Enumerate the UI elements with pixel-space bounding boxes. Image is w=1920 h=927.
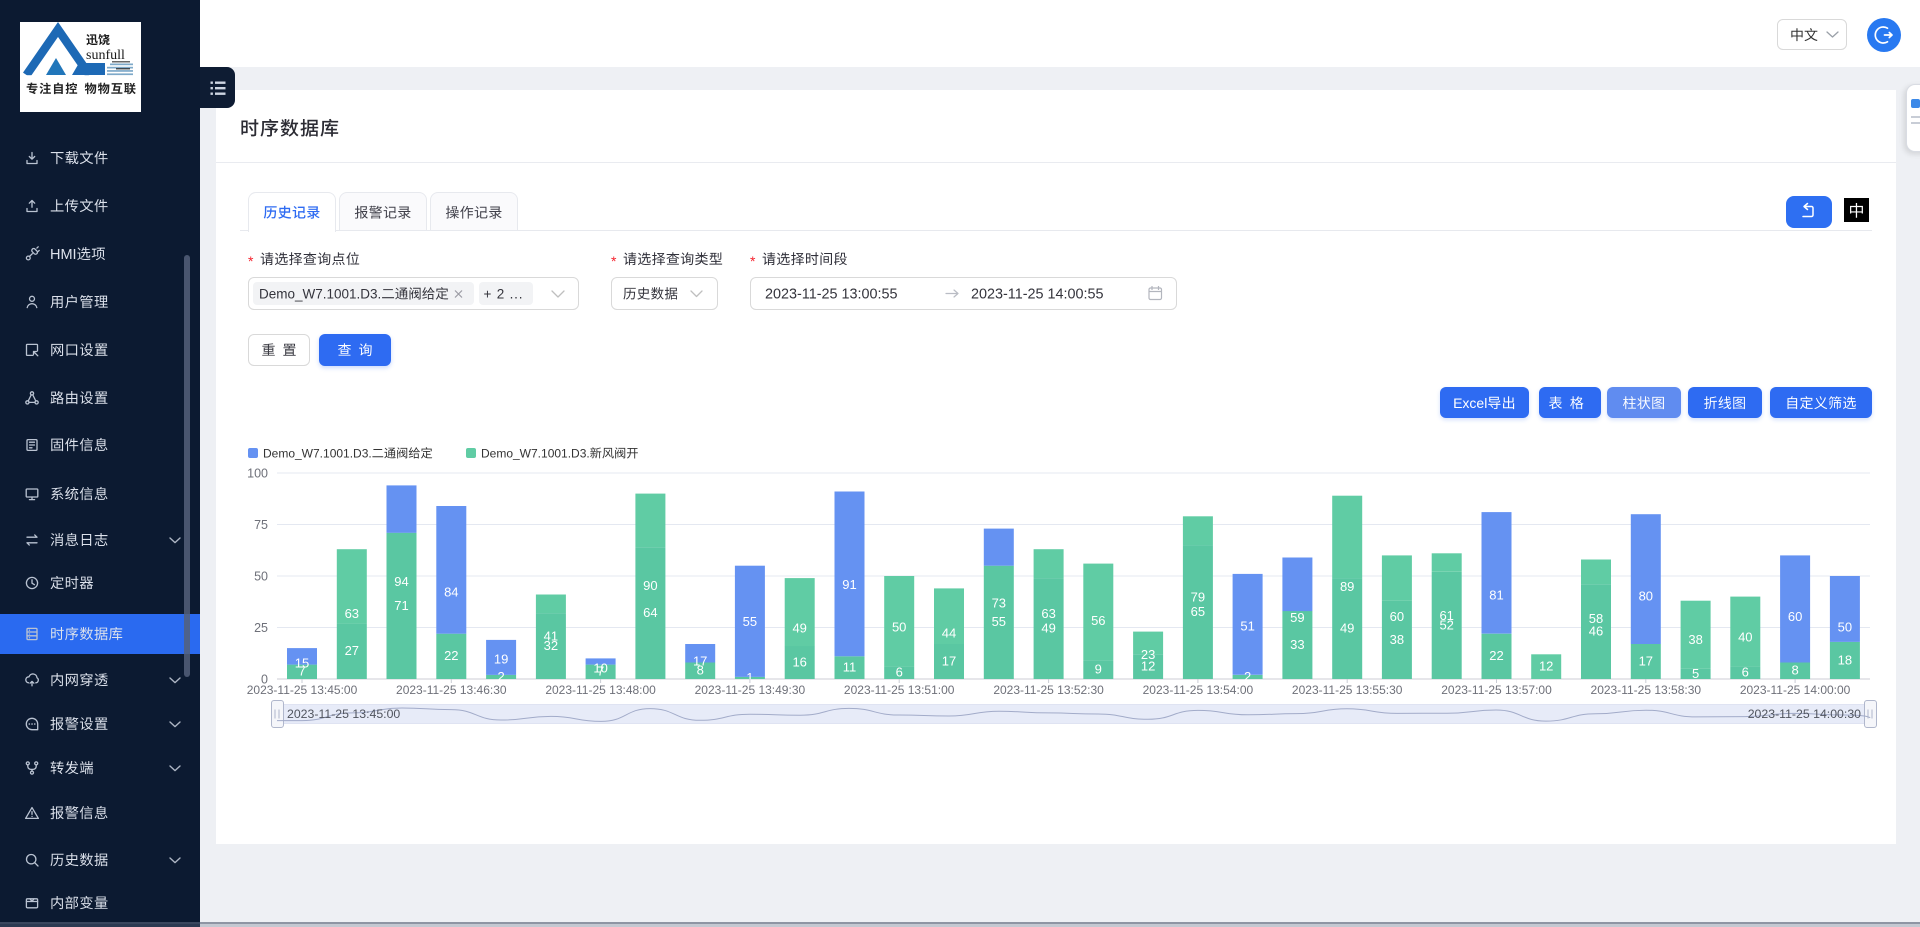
svg-text:*: *: [750, 253, 756, 269]
svg-text:100: 100: [247, 466, 268, 480]
svg-text:17: 17: [942, 653, 956, 668]
svg-text:49: 49: [1041, 620, 1055, 635]
svg-text:44: 44: [942, 626, 956, 641]
svg-text:2023-11-25 13:00:55: 2023-11-25 13:00:55: [765, 287, 898, 303]
svg-text:6: 6: [1742, 665, 1749, 680]
svg-text:Demo_W7.1001.D3.: Demo_W7.1001.D3.: [263, 447, 372, 461]
svg-text:63: 63: [1041, 606, 1055, 621]
svg-text:2023-11-25 14:00:00: 2023-11-25 14:00:00: [1740, 683, 1851, 697]
svg-text:5: 5: [1692, 666, 1699, 681]
svg-text:16: 16: [792, 654, 806, 669]
svg-text:80: 80: [1639, 589, 1653, 604]
svg-text:12: 12: [1141, 659, 1155, 674]
svg-text:6: 6: [896, 665, 903, 680]
svg-text:+ 2 ...: + 2 ...: [484, 287, 524, 302]
svg-text:25: 25: [254, 621, 268, 635]
svg-text:75: 75: [254, 518, 268, 532]
svg-text:94: 94: [394, 574, 408, 589]
svg-text:91: 91: [842, 577, 856, 592]
svg-text:89: 89: [1340, 579, 1354, 594]
svg-text:50: 50: [1838, 619, 1852, 634]
svg-text:2023-11-25 13:46:30: 2023-11-25 13:46:30: [396, 683, 507, 697]
svg-text:2023-11-25 13:49:30: 2023-11-25 13:49:30: [695, 683, 806, 697]
svg-text:19: 19: [494, 651, 508, 666]
svg-text:84: 84: [444, 584, 458, 599]
svg-text:17: 17: [1639, 653, 1653, 668]
svg-text:56: 56: [1091, 613, 1105, 628]
svg-text:22: 22: [444, 648, 458, 663]
svg-text:2023-11-25 13:54:00: 2023-11-25 13:54:00: [1143, 683, 1254, 697]
svg-text:38: 38: [1390, 632, 1404, 647]
svg-text:12: 12: [1539, 659, 1553, 674]
svg-text:38: 38: [1688, 632, 1702, 647]
svg-text:60: 60: [1788, 609, 1802, 624]
svg-text:40: 40: [1738, 630, 1752, 645]
svg-text:2: 2: [497, 669, 504, 684]
svg-text:18: 18: [1838, 652, 1852, 667]
svg-text:2023-11-25 13:48:00: 2023-11-25 13:48:00: [545, 683, 656, 697]
svg-text:2023-11-25 13:55:30: 2023-11-25 13:55:30: [1292, 683, 1403, 697]
svg-text:32: 32: [544, 638, 558, 653]
svg-text:HMI: HMI: [50, 247, 77, 263]
svg-text:Demo_W7.1001.D3.: Demo_W7.1001.D3.: [259, 287, 381, 302]
svg-text:2023-11-25 13:45:00: 2023-11-25 13:45:00: [287, 707, 400, 721]
svg-text:2023-11-25 13:57:00: 2023-11-25 13:57:00: [1441, 683, 1552, 697]
svg-text:7: 7: [597, 664, 604, 679]
svg-text:27: 27: [345, 643, 359, 658]
svg-text:49: 49: [792, 620, 806, 635]
svg-text:2023-11-25 14:00:55: 2023-11-25 14:00:55: [971, 287, 1104, 303]
svg-text:2023-11-25 13:58:30: 2023-11-25 13:58:30: [1591, 683, 1702, 697]
svg-text:9: 9: [1095, 662, 1102, 677]
svg-text:59: 59: [1290, 610, 1304, 625]
svg-text:2: 2: [1244, 669, 1251, 684]
svg-text:Excel: Excel: [1453, 395, 1487, 411]
svg-text:55: 55: [743, 614, 757, 629]
svg-text:63: 63: [345, 606, 359, 621]
svg-text:2023-11-25 13:45:00: 2023-11-25 13:45:00: [247, 683, 358, 697]
svg-text:71: 71: [394, 598, 408, 613]
svg-text:46: 46: [1589, 624, 1603, 639]
svg-text:81: 81: [1489, 588, 1503, 603]
svg-text:33: 33: [1290, 637, 1304, 652]
svg-text:*: *: [611, 253, 617, 269]
svg-text:90: 90: [643, 578, 657, 593]
svg-text:22: 22: [1489, 648, 1503, 663]
svg-text:51: 51: [1240, 618, 1254, 633]
svg-text:2023-11-25 13:51:00: 2023-11-25 13:51:00: [844, 683, 955, 697]
svg-text:50: 50: [254, 569, 268, 583]
svg-text:8: 8: [697, 663, 704, 678]
svg-text:52: 52: [1439, 617, 1453, 632]
svg-text:64: 64: [643, 605, 657, 620]
svg-text:11: 11: [843, 660, 857, 675]
svg-text:7: 7: [298, 664, 305, 679]
svg-text:2023-11-25 14:00:30: 2023-11-25 14:00:30: [1748, 707, 1861, 721]
svg-text:Demo_W7.1001.D3.: Demo_W7.1001.D3.: [481, 447, 590, 461]
svg-text:*: *: [248, 253, 254, 269]
svg-text:79: 79: [1191, 590, 1205, 605]
svg-text:73: 73: [992, 596, 1006, 611]
svg-text:sunfull: sunfull: [86, 48, 125, 63]
svg-text:60: 60: [1390, 609, 1404, 624]
svg-text:50: 50: [892, 619, 906, 634]
svg-text:49: 49: [1340, 620, 1354, 635]
svg-text:55: 55: [992, 614, 1006, 629]
svg-text:8: 8: [1791, 663, 1798, 678]
svg-text:65: 65: [1191, 604, 1205, 619]
svg-text:2023-11-25 13:52:30: 2023-11-25 13:52:30: [993, 683, 1104, 697]
